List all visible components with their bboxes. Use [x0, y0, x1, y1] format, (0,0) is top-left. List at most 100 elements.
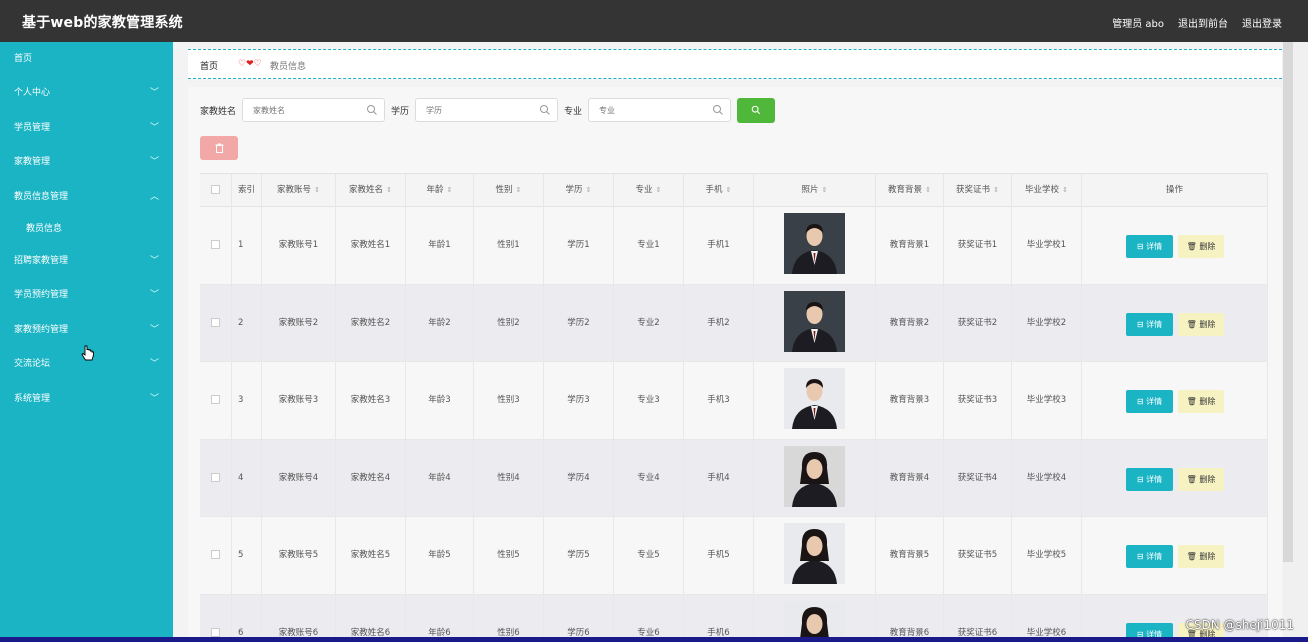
major-search-field[interactable]	[588, 98, 732, 122]
detail-button[interactable]: ⊟ 详情	[1126, 312, 1173, 336]
logout-link[interactable]: 退出登录	[1242, 15, 1282, 30]
detail-button[interactable]: ⊟ 详情	[1126, 467, 1173, 491]
column-header-background[interactable]: 教育背景 ⇕	[876, 174, 944, 207]
name-search-input[interactable]	[243, 99, 385, 121]
sort-icon[interactable]: ⇕	[314, 186, 320, 194]
sort-icon[interactable]: ⇕	[656, 186, 662, 194]
breadcrumb-home[interactable]: 首页	[200, 59, 218, 72]
row-checkbox[interactable]	[211, 240, 220, 249]
delete-button[interactable]: 🗑 删除	[1178, 390, 1224, 413]
cell-background: 教育背景4	[876, 439, 944, 517]
cell-age: 年龄5	[406, 517, 474, 595]
back-to-frontend-link[interactable]: 退出到前台	[1178, 15, 1228, 30]
chevron-down-icon: ﹀	[149, 122, 159, 133]
sidebar-subitem-teacher-info[interactable]: 教员信息	[0, 214, 173, 244]
sort-icon[interactable]: ⇕	[993, 186, 999, 194]
education-search-input[interactable]	[416, 99, 558, 121]
teacher-photo	[784, 368, 845, 429]
sort-icon[interactable]: ⇕	[447, 186, 453, 194]
sidebar-item-recruit[interactable]: 招聘家教管理 ﹀	[0, 244, 173, 278]
row-checkbox[interactable]	[211, 317, 220, 327]
delete-button[interactable]: 🗑 删除	[1178, 467, 1224, 491]
scrollbar-thumb[interactable]	[1283, 42, 1293, 562]
sort-icon[interactable]: ⇕	[386, 186, 392, 194]
cell-photo	[754, 594, 876, 642]
column-header-school[interactable]: 毕业学校 ⇕	[1012, 174, 1082, 207]
sidebar-item-student-booking[interactable]: 学员预约管理 ﹀	[0, 278, 173, 312]
sidebar-item-label: 家教管理	[14, 157, 51, 168]
sidebar-item-tutor-booking[interactable]: 家教预约管理 ﹀	[0, 313, 173, 347]
column-header-account[interactable]: 家教账号 ⇕	[262, 174, 336, 207]
search-button[interactable]	[737, 97, 776, 123]
column-header-education[interactable]: 学历 ⇕	[544, 174, 614, 207]
delete-button[interactable]: 🗑 删除	[1178, 545, 1224, 568]
sidebar-item-system[interactable]: 系统管理 ﹀	[0, 382, 173, 416]
detail-label: 详情	[1146, 552, 1163, 561]
column-header-major[interactable]: 专业 ⇕	[614, 174, 684, 207]
cell-education: 学历3	[544, 362, 614, 440]
cell-index: 2	[232, 284, 262, 362]
app-title: 基于web的家教管理系统	[22, 15, 183, 31]
column-header-label: 索引	[237, 185, 255, 195]
row-checkbox[interactable]	[211, 395, 220, 404]
column-header-label: 手机	[705, 185, 723, 195]
detail-button[interactable]: ⊟ 详情	[1126, 545, 1173, 568]
row-checkbox[interactable]	[211, 550, 220, 559]
select-all-checkbox[interactable]	[211, 185, 220, 194]
row-checkbox[interactable]	[211, 472, 220, 482]
column-header-name[interactable]: 家教姓名 ⇕	[336, 174, 406, 207]
sort-icon[interactable]: ⇕	[516, 186, 522, 194]
column-header-age[interactable]: 年龄 ⇕	[406, 174, 474, 207]
delete-button[interactable]: 🗑 删除	[1178, 312, 1224, 336]
batch-delete-button[interactable]	[200, 136, 238, 160]
sort-icon[interactable]: ⇕	[822, 186, 828, 194]
heart-separator-icon: ♡❤♡	[238, 59, 262, 69]
taskbar-strip	[0, 637, 1308, 642]
cell-major: 专业1	[614, 207, 684, 285]
detail-button[interactable]: ⊟ 详情	[1126, 235, 1173, 258]
detail-button[interactable]: ⊟ 详情	[1126, 390, 1173, 413]
cell-major: 专业3	[614, 362, 684, 440]
cell-age: 年龄2	[406, 284, 474, 362]
cell-certificate: 获奖证书4	[944, 439, 1012, 517]
sort-icon[interactable]: ⇕	[586, 186, 592, 194]
column-header-label: 学历	[565, 185, 583, 195]
cell-index: 4	[232, 439, 262, 517]
teacher-photo	[784, 213, 845, 274]
row-checkbox[interactable]	[211, 627, 220, 637]
sort-icon[interactable]: ⇕	[726, 186, 732, 194]
cell-photo	[754, 284, 876, 362]
cell-account: 家教账号5	[262, 517, 336, 595]
chevron-down-icon: ﹀	[149, 88, 159, 99]
admin-user-link[interactable]: 管理员 abo	[1112, 15, 1164, 30]
column-header-certificate[interactable]: 获奖证书 ⇕	[944, 174, 1012, 207]
sort-icon[interactable]: ⇕	[1062, 186, 1068, 194]
sidebar-item-teacher-info[interactable]: 教员信息管理 ︿	[0, 180, 173, 214]
column-header-label: 教育背景	[888, 185, 923, 195]
column-header-label: 照片	[801, 185, 819, 195]
cell-index: 5	[232, 517, 262, 595]
sidebar-item-tutors[interactable]: 家教管理 ﹀	[0, 145, 173, 179]
delete-button[interactable]: 🗑 删除	[1178, 235, 1224, 258]
cell-education: 学历1	[544, 207, 614, 285]
chevron-down-icon: ﹀	[149, 393, 159, 404]
sidebar-item-personal-center[interactable]: 个人中心 ﹀	[0, 76, 173, 110]
cell-photo	[754, 362, 876, 440]
vertical-scrollbar[interactable]	[1283, 42, 1308, 642]
major-search-input[interactable]	[589, 99, 731, 121]
column-header-photo[interactable]: 照片 ⇕	[754, 174, 876, 207]
detail-label: 详情	[1146, 397, 1163, 406]
column-header-phone[interactable]: 手机 ⇕	[684, 174, 754, 207]
education-search-field[interactable]	[415, 98, 559, 122]
column-header-gender[interactable]: 性别 ⇕	[474, 174, 544, 207]
sidebar-item-home[interactable]: 首页	[0, 42, 173, 76]
sort-icon[interactable]: ⇕	[925, 186, 931, 194]
cell-school: 毕业学校2	[1012, 284, 1082, 362]
sidebar-item-students[interactable]: 学员管理 ﹀	[0, 111, 173, 145]
cell-education: 学历5	[544, 517, 614, 595]
cell-phone: 手机1	[684, 207, 754, 285]
cell-certificate: 获奖证书6	[944, 594, 1012, 642]
name-search-field[interactable]	[242, 98, 386, 122]
cell-phone: 手机5	[684, 517, 754, 595]
cell-select	[200, 362, 232, 440]
